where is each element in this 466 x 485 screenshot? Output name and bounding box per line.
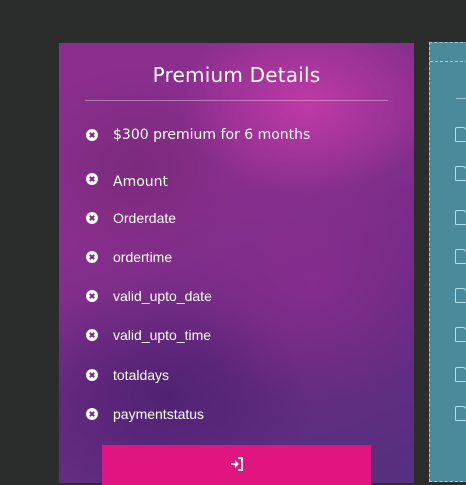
side-panel-header <box>430 43 466 62</box>
paymentstatus-label: paymentstatus <box>113 406 205 422</box>
document-icon <box>455 406 466 421</box>
list-item: totaldays <box>86 367 169 383</box>
list-item: Orderdate <box>86 210 176 226</box>
list-item: Amount <box>86 168 168 190</box>
orderdate-label: Orderdate <box>113 210 177 226</box>
valid-upto-time-label: valid_upto_time <box>113 327 212 343</box>
sign-in-button[interactable] <box>102 445 371 485</box>
document-icon <box>455 210 466 225</box>
document-icon <box>455 166 466 181</box>
premium-plan-label: $300 premium for 6 months <box>113 127 311 143</box>
card-title: Premium Details <box>152 63 321 87</box>
close-circle-icon <box>86 369 98 381</box>
close-circle-icon <box>86 329 98 341</box>
list-item: $300 premium for 6 months <box>86 127 310 143</box>
list-item: paymentstatus <box>86 406 204 422</box>
close-circle-icon <box>86 212 98 224</box>
close-circle-icon <box>86 173 98 185</box>
close-circle-icon <box>86 251 98 263</box>
document-icon <box>455 367 466 382</box>
totaldays-label: totaldays <box>113 367 170 383</box>
side-panel-divider <box>456 98 466 99</box>
list-item: valid_upto_date <box>86 288 212 304</box>
title-divider <box>85 100 388 101</box>
valid-upto-date-label: valid_upto_date <box>113 288 212 304</box>
list-item: valid_upto_time <box>86 327 211 343</box>
close-circle-icon <box>86 408 98 420</box>
document-icon <box>455 249 466 264</box>
list-item: ordertime <box>86 249 172 265</box>
document-icon <box>455 288 466 303</box>
amount-label: Amount <box>113 174 169 190</box>
document-icon <box>455 327 466 342</box>
ordertime-label: ordertime <box>113 249 173 265</box>
close-circle-icon <box>86 129 98 141</box>
document-icon <box>455 127 466 142</box>
premium-details-card: Premium Details $300 premium for 6 month… <box>59 43 414 485</box>
close-circle-icon <box>86 290 98 302</box>
side-panel <box>429 42 466 482</box>
sign-in-icon <box>231 457 243 471</box>
